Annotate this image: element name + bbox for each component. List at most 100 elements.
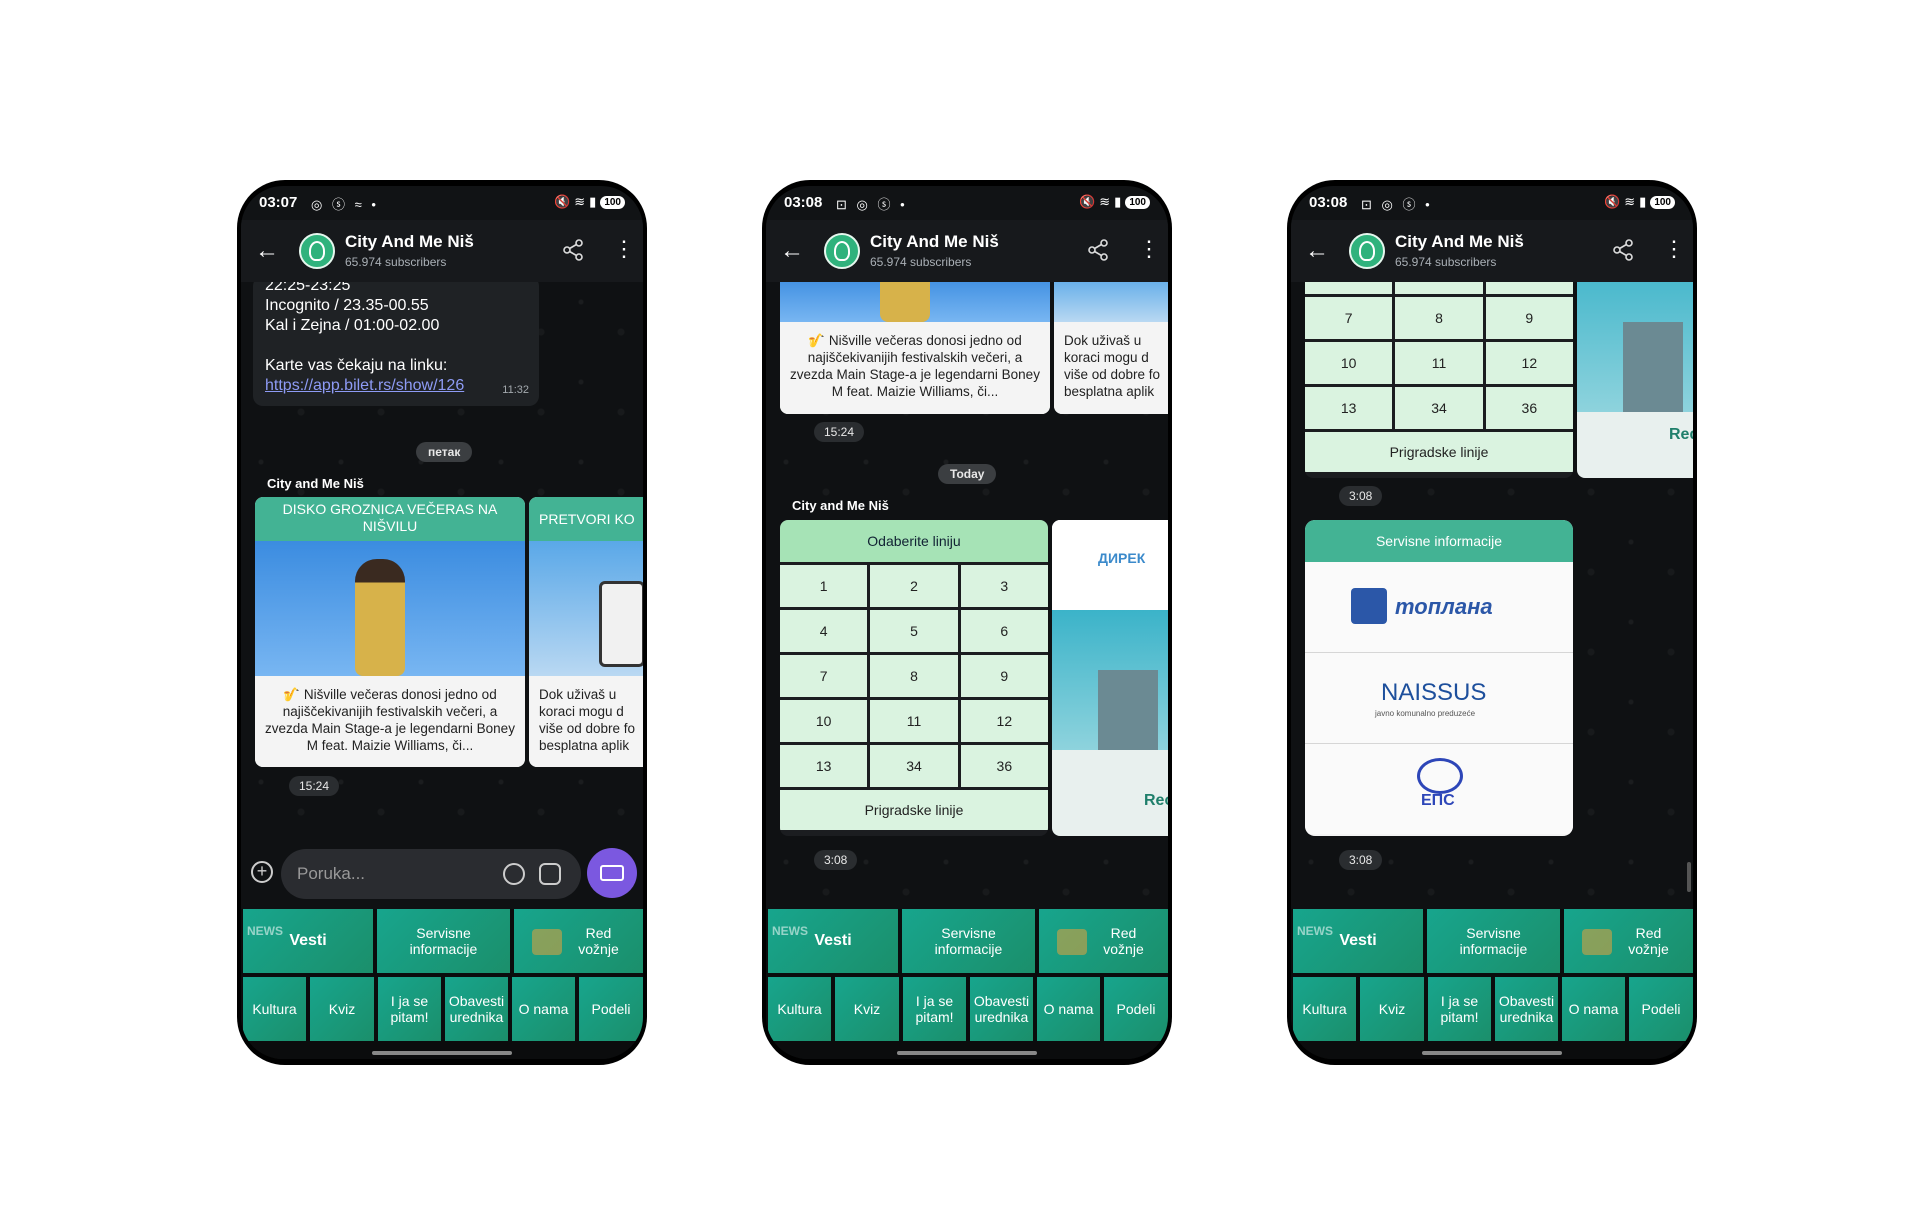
menu-tile-obavesti-urednika[interactable]: Obavesti urednika [1495,977,1558,1041]
menu-tile-kviz[interactable]: Kviz [310,977,374,1041]
share-icon[interactable] [1086,238,1110,262]
menu-tile-servisne[interactable]: Servisne informacije [377,909,510,973]
menu-tile-kultura[interactable]: Kultura [768,977,831,1041]
ticket-link[interactable]: https://app.bilet.rs/show/126 [265,376,527,396]
line-button[interactable]: 9 [960,655,1048,697]
more-options-icon[interactable]: ⋮ [613,238,635,264]
service-info-card[interactable]: Servisne informacije топлана NAISSUS jav… [1305,520,1573,836]
lines-card[interactable]: Odaberite liniju 1 2 3 4 5 6 7 8 9 10 11… [780,520,1048,836]
keyboard-button[interactable] [587,848,637,898]
line-button[interactable]: 34 [870,745,958,787]
line-button[interactable]: 8 [870,655,958,697]
line-button[interactable]: 1 [780,565,868,607]
carousel-card[interactable]: Dok uživaš u koraci mogu d više od dobre… [1054,282,1168,414]
line-button[interactable]: 10 [1305,342,1393,384]
line-button[interactable]: 2 [870,565,958,607]
toplana-logo-button[interactable]: топлана [1305,562,1573,653]
menu-tile-vesti[interactable]: NEWS Vesti [1293,909,1423,973]
home-indicator[interactable] [372,1051,512,1055]
line-button[interactable]: 13 [1305,387,1393,429]
menu-tile-i-ja-se-pitam[interactable]: I ja se pitam! [903,977,966,1041]
menu-tile-podeli[interactable]: Podeli [579,977,643,1041]
attach-plus-icon[interactable]: + [251,861,273,883]
menu-tile-kviz[interactable]: Kviz [835,977,899,1041]
menu-tile-o-nama[interactable]: O nama [512,977,575,1041]
line-button[interactable]: 36 [960,745,1048,787]
line-button[interactable]: 34 [1395,387,1483,429]
suburban-lines-button[interactable]: Prigradske linije [780,790,1048,830]
menu-tile-vesti[interactable]: NEWS Vesti [243,909,373,973]
scrollbar-thumb[interactable] [1687,862,1691,892]
back-arrow-icon[interactable]: ← [1305,237,1333,265]
menu-tile-red-voznje[interactable]: Red vožnje [514,909,643,973]
message-input[interactable] [281,849,581,899]
line-button[interactable]: 4 [1305,282,1393,294]
menu-label: Obavesti urednika [448,993,505,1025]
channel-avatar[interactable] [1349,233,1385,269]
menu-tile-i-ja-se-pitam[interactable]: I ja se pitam! [1428,977,1491,1041]
menu-tile-o-nama[interactable]: O nama [1037,977,1100,1041]
channel-avatar[interactable] [299,233,335,269]
menu-tile-o-nama[interactable]: O nama [1562,977,1625,1041]
carousel-card[interactable]: ДИРЕК Rec [1052,520,1168,836]
home-indicator[interactable] [1422,1051,1562,1055]
sticker-icon[interactable] [539,863,561,885]
menu-tile-podeli[interactable]: Podeli [1629,977,1693,1041]
line-button[interactable]: 12 [960,700,1048,742]
channel-title[interactable]: City And Me Niš [345,232,474,252]
menu-tile-red-voznje[interactable]: Red vožnje [1564,909,1693,973]
emoji-icon[interactable] [503,863,525,885]
line-button[interactable]: 3 [960,565,1048,607]
line-button[interactable]: 5 [870,610,958,652]
line-button[interactable]: 9 [1485,297,1573,339]
line-button[interactable]: 4 [780,610,868,652]
status-bar: 03:08 ⊡ ◎ ⓢ • 🔇 ≋ ▮ 100 [1291,186,1693,220]
menu-tile-i-ja-se-pitam[interactable]: I ja se pitam! [378,977,441,1041]
menu-tile-vesti[interactable]: NEWS Vesti [768,909,898,973]
bot-menu: NEWS Vesti Servisne informacije Red vožnj… [1291,909,1693,1059]
carousel-card[interactable]: DISKO GROZNICA VEČERAS NA NIŠVILU 🎷 Nišv… [255,497,525,767]
line-button[interactable]: 7 [1305,297,1393,339]
home-indicator[interactable] [897,1051,1037,1055]
chat-area[interactable]: 4 5 6 7 8 9 10 11 12 13 34 36 Prigradske… [1291,282,1693,909]
line-button[interactable]: 5 [1395,282,1483,294]
line-button[interactable]: 12 [1485,342,1573,384]
channel-avatar[interactable] [824,233,860,269]
sender-name: City and Me Niš [792,498,889,513]
carousel-card[interactable]: PRETVORI KO Dok uživaš u koraci mogu d v… [529,497,643,767]
menu-tile-red-voznje[interactable]: Red vožnje [1039,909,1168,973]
carousel-card[interactable]: 🎷 Nišville večeras donosi jedno od najiš… [780,282,1050,414]
eps-logo-button[interactable]: ЕПС [1305,744,1573,834]
menu-tile-podeli[interactable]: Podeli [1104,977,1168,1041]
menu-tile-servisne[interactable]: Servisne informacije [1427,909,1560,973]
menu-tile-servisne[interactable]: Servisne informacije [902,909,1035,973]
more-options-icon[interactable]: ⋮ [1663,238,1685,264]
line-button[interactable]: 7 [780,655,868,697]
line-button[interactable]: 11 [870,700,958,742]
menu-tile-obavesti-urednika[interactable]: Obavesti urednika [445,977,508,1041]
menu-tile-obavesti-urednika[interactable]: Obavesti urednika [970,977,1033,1041]
line-button[interactable]: 6 [960,610,1048,652]
lines-card[interactable]: 4 5 6 7 8 9 10 11 12 13 34 36 Prigradske… [1305,282,1573,478]
channel-title[interactable]: City And Me Niš [1395,232,1524,252]
more-options-icon[interactable]: ⋮ [1138,238,1160,264]
menu-tile-kultura[interactable]: Kultura [1293,977,1356,1041]
chat-area[interactable]: 🎷 Nišville večeras donosi jedno od najiš… [766,282,1168,909]
line-button[interactable]: 8 [1395,297,1483,339]
line-button[interactable]: 10 [780,700,868,742]
carousel-card[interactable]: Red [1577,282,1693,478]
share-icon[interactable] [1611,238,1635,262]
menu-tile-kultura[interactable]: Kultura [243,977,306,1041]
line-button[interactable]: 11 [1395,342,1483,384]
line-button[interactable]: 13 [780,745,868,787]
share-icon[interactable] [561,238,585,262]
line-button[interactable]: 36 [1485,387,1573,429]
back-arrow-icon[interactable]: ← [255,237,283,265]
channel-title[interactable]: City And Me Niš [870,232,999,252]
menu-tile-kviz[interactable]: Kviz [1360,977,1424,1041]
suburban-lines-button[interactable]: Prigradske linije [1305,432,1573,472]
back-arrow-icon[interactable]: ← [780,237,808,265]
naissus-logo-button[interactable]: NAISSUS javno komunalno preduzeće [1305,653,1573,744]
chat-area[interactable]: 22:25-23:25 Incognito / 23.35-00.55 Kal … [241,282,643,909]
line-button[interactable]: 6 [1485,282,1573,294]
